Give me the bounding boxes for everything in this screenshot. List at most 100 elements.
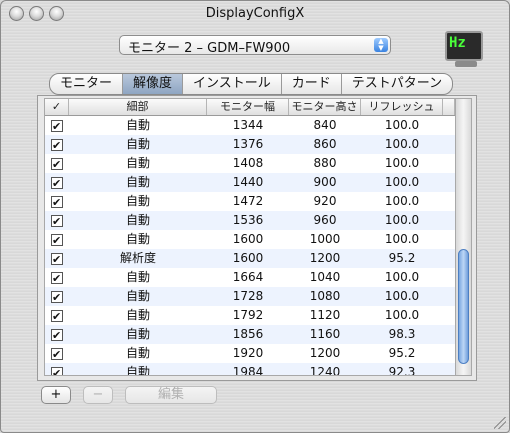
table-row[interactable]: 自動 1856 1160 98.3 <box>45 325 455 345</box>
title-bar[interactable]: DisplayConfigX <box>1 1 509 29</box>
row-width: 1408 <box>232 156 264 170</box>
checkmark-icon <box>51 345 63 364</box>
row-detail: 自動 <box>125 270 150 284</box>
column-header-height[interactable]: モニター高さ <box>289 99 361 115</box>
row-refresh: 98.3 <box>388 327 416 341</box>
column-header-detail[interactable]: 細部 <box>69 99 207 115</box>
row-height: 1200 <box>309 251 341 265</box>
table-row[interactable]: 自動 1728 1080 100.0 <box>45 287 455 307</box>
remove-button[interactable]: − <box>83 386 113 404</box>
row-checkbox[interactable] <box>45 154 69 174</box>
row-detail: 自動 <box>125 346 150 360</box>
row-checkbox[interactable] <box>45 135 69 155</box>
row-checkbox[interactable] <box>45 268 69 288</box>
tab-resolution[interactable]: 解像度 <box>123 74 184 94</box>
row-height: 1040 <box>309 270 341 284</box>
row-checkbox[interactable] <box>45 230 69 250</box>
table-body: 自動 1344 840 100.0 自動 1376 860 100.0 自動 1408 880 100… <box>45 116 455 376</box>
display-select-value: モニター 2 – GDM–FW900 <box>128 41 291 56</box>
row-refresh: 100.0 <box>384 118 420 132</box>
row-checkbox[interactable] <box>45 211 69 231</box>
table-row[interactable]: 自動 1984 1240 92.3 <box>45 363 455 376</box>
row-height: 1240 <box>309 365 341 376</box>
row-refresh: 100.0 <box>384 232 420 246</box>
row-height: 920 <box>313 194 337 208</box>
table-row[interactable]: 自動 1472 920 100.0 <box>45 192 455 212</box>
column-header-spacer <box>443 99 455 115</box>
table-row[interactable]: 自動 1344 840 100.0 <box>45 116 455 136</box>
checkmark-icon <box>51 364 63 375</box>
row-detail: 自動 <box>125 175 150 189</box>
tab-test-pattern[interactable]: テストパターン <box>342 74 452 94</box>
vertical-scrollbar[interactable] <box>455 99 471 375</box>
table-header: ✓ 細部 モニター幅 モニター高さ リフレッシュ <box>45 99 455 116</box>
row-height: 1160 <box>309 327 341 341</box>
tab-bar: モニター 解像度 インストール カード テストパターン <box>49 73 454 95</box>
checkmark-icon <box>51 307 63 326</box>
row-detail: 自動 <box>125 289 150 303</box>
table-row[interactable]: 自動 1664 1040 100.0 <box>45 268 455 288</box>
table-row[interactable]: 自動 1792 1120 100.0 <box>45 306 455 326</box>
row-checkbox[interactable] <box>45 192 69 212</box>
display-select[interactable]: モニター 2 – GDM–FW900 ▲ ▼ <box>119 35 391 56</box>
edit-button[interactable]: 編集 <box>125 386 217 404</box>
row-height: 1120 <box>309 308 341 322</box>
checkmark-icon <box>51 174 63 193</box>
row-width: 1728 <box>232 289 264 303</box>
table-row[interactable]: 自動 1600 1000 100.0 <box>45 230 455 250</box>
row-checkbox[interactable] <box>45 306 69 326</box>
tab-install[interactable]: インストール <box>183 74 282 94</box>
table-row[interactable]: 自動 1440 900 100.0 <box>45 173 455 193</box>
row-checkbox[interactable] <box>45 344 69 364</box>
resize-grip-icon[interactable] <box>494 417 506 429</box>
row-refresh: 100.0 <box>384 308 420 322</box>
row-detail: 自動 <box>125 327 150 341</box>
row-width: 1440 <box>232 175 264 189</box>
row-detail: 自動 <box>125 118 150 132</box>
add-button[interactable]: + <box>41 386 71 404</box>
table-row[interactable]: 自動 1408 880 100.0 <box>45 154 455 174</box>
column-header-width[interactable]: モニター幅 <box>207 99 289 115</box>
row-detail: 自動 <box>125 194 150 208</box>
monitor-hz-icon: Hz <box>441 29 491 69</box>
tab-card[interactable]: カード <box>282 74 342 94</box>
row-height: 1200 <box>309 346 341 360</box>
checkmark-icon <box>51 212 63 231</box>
row-refresh: 100.0 <box>384 213 420 227</box>
table-row[interactable]: 自動 1536 960 100.0 <box>45 211 455 231</box>
row-checkbox[interactable] <box>45 249 69 269</box>
column-header-refresh[interactable]: リフレッシュ <box>361 99 443 115</box>
row-refresh: 100.0 <box>384 137 420 151</box>
row-height: 860 <box>313 137 337 151</box>
row-checkbox[interactable] <box>45 325 69 345</box>
scrollbar-thumb[interactable] <box>458 249 469 364</box>
row-height: 900 <box>313 175 337 189</box>
app-window: DisplayConfigX モニター 2 – GDM–FW900 ▲ ▼ Hz … <box>0 0 510 433</box>
checkmark-icon <box>51 155 63 174</box>
row-width: 1344 <box>232 118 264 132</box>
row-width: 1472 <box>232 194 264 208</box>
row-width: 1984 <box>232 365 264 376</box>
row-detail: 自動 <box>125 365 150 376</box>
tab-monitor[interactable]: モニター <box>50 74 124 94</box>
window-title: DisplayConfigX <box>205 6 305 21</box>
row-refresh: 95.2 <box>388 251 416 265</box>
row-checkbox[interactable] <box>45 116 69 136</box>
table-row[interactable]: 自動 1920 1200 95.2 <box>45 344 455 364</box>
table-row[interactable]: 解析度 1600 1200 95.2 <box>45 249 455 269</box>
row-detail: 自動 <box>125 156 150 170</box>
row-checkbox[interactable] <box>45 287 69 307</box>
row-checkbox[interactable] <box>45 173 69 193</box>
row-width: 1920 <box>232 346 264 360</box>
checkmark-icon <box>51 326 63 345</box>
row-refresh: 100.0 <box>384 175 420 189</box>
row-width: 1376 <box>232 137 264 151</box>
row-refresh: 100.0 <box>384 156 420 170</box>
table-row[interactable]: 自動 1376 860 100.0 <box>45 135 455 155</box>
checkmark-icon <box>51 231 63 250</box>
row-refresh: 100.0 <box>384 270 420 284</box>
row-width: 1536 <box>232 213 264 227</box>
row-detail: 自動 <box>125 308 150 322</box>
row-checkbox[interactable] <box>45 363 69 375</box>
column-header-enabled[interactable]: ✓ <box>45 99 69 115</box>
